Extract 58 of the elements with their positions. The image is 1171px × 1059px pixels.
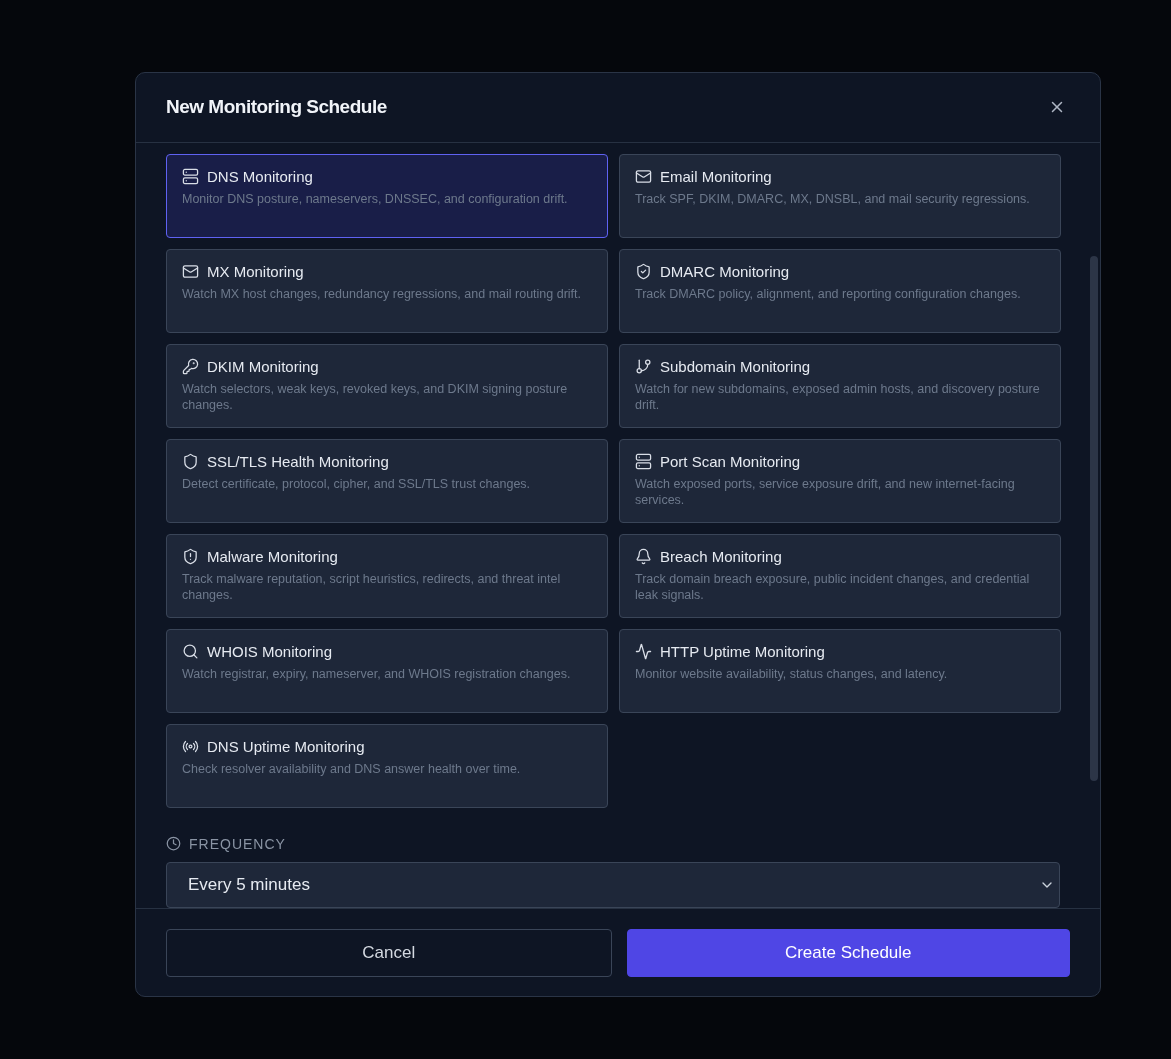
monitor-option-card[interactable]: DNS Uptime Monitoring Check resolver availability and DNS answer health over time.	[166, 723, 608, 808]
monitor-option-card[interactable]: MX Monitoring Watch MX host changes, redundancy regressions, and mail routing drift.	[166, 248, 608, 333]
option-title: Email Monitoring	[660, 167, 772, 185]
monitor-option-card[interactable]: DNS Monitoring Monitor DNS posture, nameservers, DNSSEC, and configuration drift.	[166, 153, 608, 238]
option-description: Track domain breach exposure, public incident changes, and credential leak signals.	[635, 570, 1031, 603]
option-title: DNS Monitoring	[207, 167, 313, 185]
option-title: SSL/TLS Health Monitoring	[207, 452, 389, 470]
pulse-icon	[635, 642, 652, 660]
option-title: HTTP Uptime Monitoring	[660, 642, 825, 660]
option-title: DNS Uptime Monitoring	[207, 737, 365, 755]
monitor-option-card[interactable]: Breach Monitoring Track domain breach exposure, public incident changes, and credential leak signals.	[619, 533, 1061, 618]
option-description: Check resolver availability and DNS answer health over time.	[182, 760, 522, 777]
option-title: Malware Monitoring	[207, 547, 338, 565]
monitor-option-card[interactable]: DMARC Monitoring Track DMARC policy, alignment, and reporting configuration changes.	[619, 248, 1061, 333]
mail-icon	[182, 262, 199, 280]
mail-icon	[635, 167, 652, 185]
monitor-option-card[interactable]: Email Monitoring Track SPF, DKIM, DMARC, MX, DNSBL, and mail security regressions.	[619, 153, 1061, 238]
monitor-option-card[interactable]: WHOIS Monitoring Watch registrar, expiry, nameserver, and WHOIS registration changes.	[166, 628, 608, 713]
option-description: Track malware reputation, script heuristics, redirects, and threat intel changes.	[182, 570, 562, 603]
shield-alert-icon	[182, 547, 199, 565]
monitor-option-card[interactable]: SSL/TLS Health Monitoring Detect certificate, protocol, cipher, and SSL/TLS trust changes.	[166, 438, 608, 523]
option-description: Watch MX host changes, redundancy regressions, and mail routing drift.	[182, 285, 583, 302]
branch-icon	[635, 357, 652, 375]
option-description: Watch selectors, weak keys, revoked keys, and DKIM signing posture changes.	[182, 380, 569, 413]
option-description: Monitor DNS posture, nameservers, DNSSEC, and configuration drift.	[182, 190, 569, 207]
option-title: Breach Monitoring	[660, 547, 782, 565]
option-title: MX Monitoring	[207, 262, 304, 280]
bell-icon	[635, 547, 652, 565]
option-title: DMARC Monitoring	[660, 262, 790, 280]
option-description: Watch for new subdomains, exposed admin hosts, and discovery posture drift.	[635, 380, 1041, 413]
option-description: Watch exposed ports, service exposure drift, and new internet-facing services.	[635, 475, 1016, 508]
option-description: Watch registrar, expiry, nameserver, and WHOIS registration changes.	[182, 665, 572, 682]
server-icon	[635, 452, 652, 470]
monitor-option-card[interactable]: Malware Monitoring Track malware reputation, script heuristics, redirects, and threat intel changes.	[166, 533, 608, 618]
monitor-option-card[interactable]: Subdomain Monitoring Watch for new subdomains, exposed admin hosts, and discovery posture drift.	[619, 343, 1061, 428]
cancel-button[interactable]: Cancel	[166, 928, 612, 977]
option-description: Monitor website availability, status changes, and latency.	[635, 665, 949, 682]
option-description: Detect certificate, protocol, cipher, and SSL/TLS trust changes.	[182, 475, 532, 492]
option-description: Track SPF, DKIM, DMARC, MX, DNSBL, and mail security regressions.	[635, 190, 1031, 207]
server-icon	[182, 167, 199, 185]
search-icon	[182, 642, 199, 660]
key-icon	[182, 357, 199, 375]
option-title: Port Scan Monitoring	[660, 452, 801, 470]
shield-icon	[182, 452, 199, 470]
dialog-title: New Monitoring Schedule	[166, 96, 387, 119]
shield-check-icon	[635, 262, 652, 280]
frequency-select[interactable]: Every 5 minutes	[166, 861, 1060, 908]
create-schedule-button[interactable]: Create Schedule	[626, 928, 1070, 977]
monitor-option-card[interactable]: DKIM Monitoring Watch selectors, weak keys, revoked keys, and DKIM signing posture changes.	[166, 343, 608, 428]
monitor-option-card[interactable]: Port Scan Monitoring Watch exposed ports, service exposure drift, and new internet-facing services.	[619, 438, 1061, 523]
frequency-label: FREQUENCY	[189, 835, 286, 852]
option-title: WHOIS Monitoring	[207, 642, 333, 660]
option-title: DKIM Monitoring	[207, 357, 319, 375]
option-title: Subdomain Monitoring	[660, 357, 811, 375]
scrollbar[interactable]	[1090, 256, 1098, 781]
clock-icon	[166, 836, 181, 852]
option-description: Track DMARC policy, alignment, and reporting configuration changes.	[635, 285, 1022, 302]
monitor-option-card[interactable]: HTTP Uptime Monitoring Monitor website availability, status changes, and latency.	[619, 628, 1061, 713]
